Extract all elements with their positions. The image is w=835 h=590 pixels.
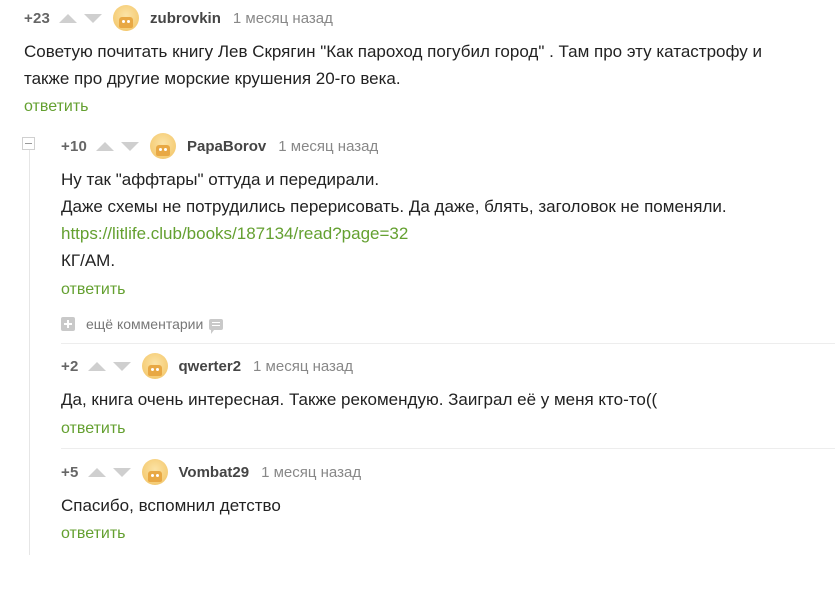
comment-rating: +2 [61,357,79,375]
arrow-up-icon[interactable] [87,361,106,371]
avatar-face-icon [147,471,162,482]
comment-body: Ну так "аффтары" оттуда и передирали. Да… [61,166,727,274]
username[interactable]: zubrovkin [150,10,221,27]
more-comments-label: ещё комментарии [86,316,204,332]
reply-button[interactable]: ответить [61,281,126,299]
comment-body: Спасибо, вспомнил детство [61,492,281,519]
plus-square-icon [61,317,75,331]
more-comments-button[interactable]: ещё комментарии [61,316,224,334]
external-link[interactable]: https://litlife.club/books/187134/read?p… [61,224,408,243]
username[interactable]: PapaBorov [187,138,266,155]
comment-time[interactable]: 1 месяц назад [253,358,353,375]
comment-text-line: Советую почитать книгу Лев Скрягин "Как … [24,42,763,61]
comment-body: Да, книга очень интересная. Также рекоме… [61,386,657,413]
arrow-down-icon[interactable] [121,141,140,151]
avatar-face-icon [156,145,171,156]
thread-line[interactable] [29,140,30,555]
comment-header: +23 zubrovkin 1 месяц назад [24,4,333,32]
reply-button[interactable]: ответить [61,525,126,543]
minus-square-icon[interactable] [22,137,35,150]
comment-header: +2 qwerter2 1 месяц назад [61,352,353,380]
username[interactable]: Vombat29 [179,464,250,481]
comment-text-line: также про другие морские крушения 20-го … [24,69,401,88]
arrow-down-icon[interactable] [84,13,103,23]
comment-text-line: Да, книга очень интересная. Также рекоме… [61,390,658,409]
comment-body: Советую почитать книгу Лев Скрягин "Как … [24,38,762,92]
comment-link-line: https://litlife.club/books/187134/read?p… [61,220,727,247]
comment-text-line: Ну так "аффтары" оттуда и передирали. [61,170,380,189]
comment-text-line: КГ/АМ. [61,251,116,270]
comment-rating: +23 [24,9,51,27]
arrow-up-icon[interactable] [96,141,115,151]
arrow-up-icon[interactable] [59,13,78,23]
comment-header: +10 PapaBorov 1 месяц назад [61,132,378,160]
avatar[interactable] [113,5,140,31]
arrow-down-icon[interactable] [112,467,131,477]
comment-time[interactable]: 1 месяц назад [278,138,378,155]
avatar[interactable] [141,459,168,485]
divider [61,448,835,449]
username[interactable]: qwerter2 [179,358,242,375]
comment-bubble-icon [209,318,224,334]
comment-text-line: Спасибо, вспомнил детство [61,496,281,515]
arrow-down-icon[interactable] [112,361,131,371]
comment-time[interactable]: 1 месяц назад [233,10,333,27]
reply-button[interactable]: ответить [24,98,89,116]
divider [61,343,835,344]
comment-text-line: Даже схемы не потрудились перерисовать. … [61,197,727,216]
avatar-face-icon [119,17,134,28]
comment-time[interactable]: 1 месяц назад [261,464,361,481]
comment-rating: +5 [61,463,79,481]
comment-rating: +10 [61,137,88,155]
arrow-up-icon[interactable] [87,467,106,477]
avatar-face-icon [147,365,162,376]
comment-header: +5 Vombat29 1 месяц назад [61,458,361,486]
reply-button[interactable]: ответить [61,420,126,438]
avatar[interactable] [141,353,168,379]
avatar[interactable] [150,133,177,159]
